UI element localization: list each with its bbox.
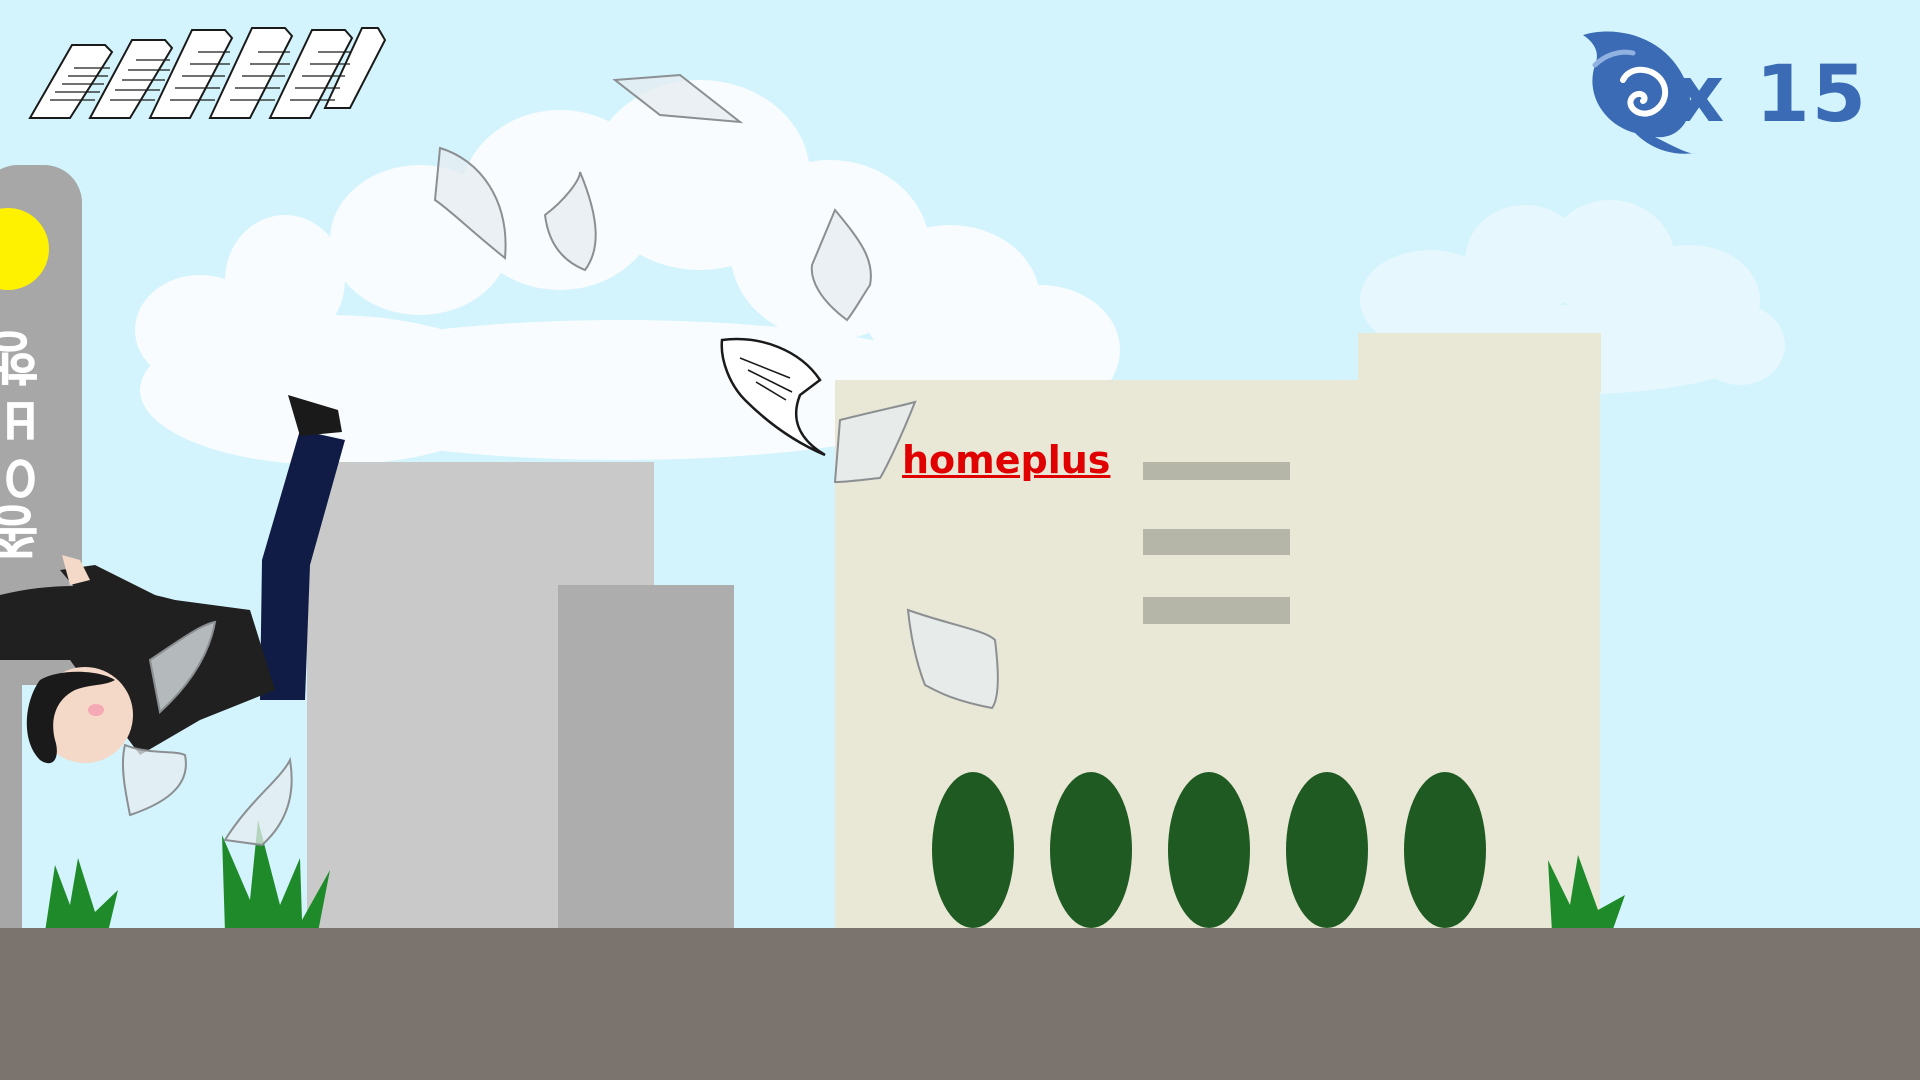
flying-paper bbox=[612, 73, 744, 124]
player-character[interactable] bbox=[0, 395, 345, 764]
foreground-layer bbox=[0, 73, 999, 847]
flying-papers bbox=[121, 73, 999, 847]
flying-paper bbox=[833, 400, 917, 484]
flying-paper bbox=[121, 743, 187, 817]
player-leg bbox=[260, 430, 345, 700]
flying-paper bbox=[543, 171, 597, 272]
hud-paper-lives bbox=[28, 27, 387, 119]
wind-count: x 15 bbox=[1673, 50, 1868, 140]
game-scene[interactable]: homeplus 종이비행 x 15 bbox=[0, 0, 1920, 1080]
flying-paper bbox=[810, 208, 872, 322]
flying-paper bbox=[906, 608, 999, 710]
player-shoe bbox=[288, 395, 342, 436]
paper-airplane[interactable] bbox=[720, 337, 826, 457]
player-blush bbox=[88, 704, 104, 716]
flying-paper bbox=[433, 146, 507, 260]
paper-stack-icon bbox=[28, 27, 387, 119]
flying-paper bbox=[223, 756, 293, 847]
